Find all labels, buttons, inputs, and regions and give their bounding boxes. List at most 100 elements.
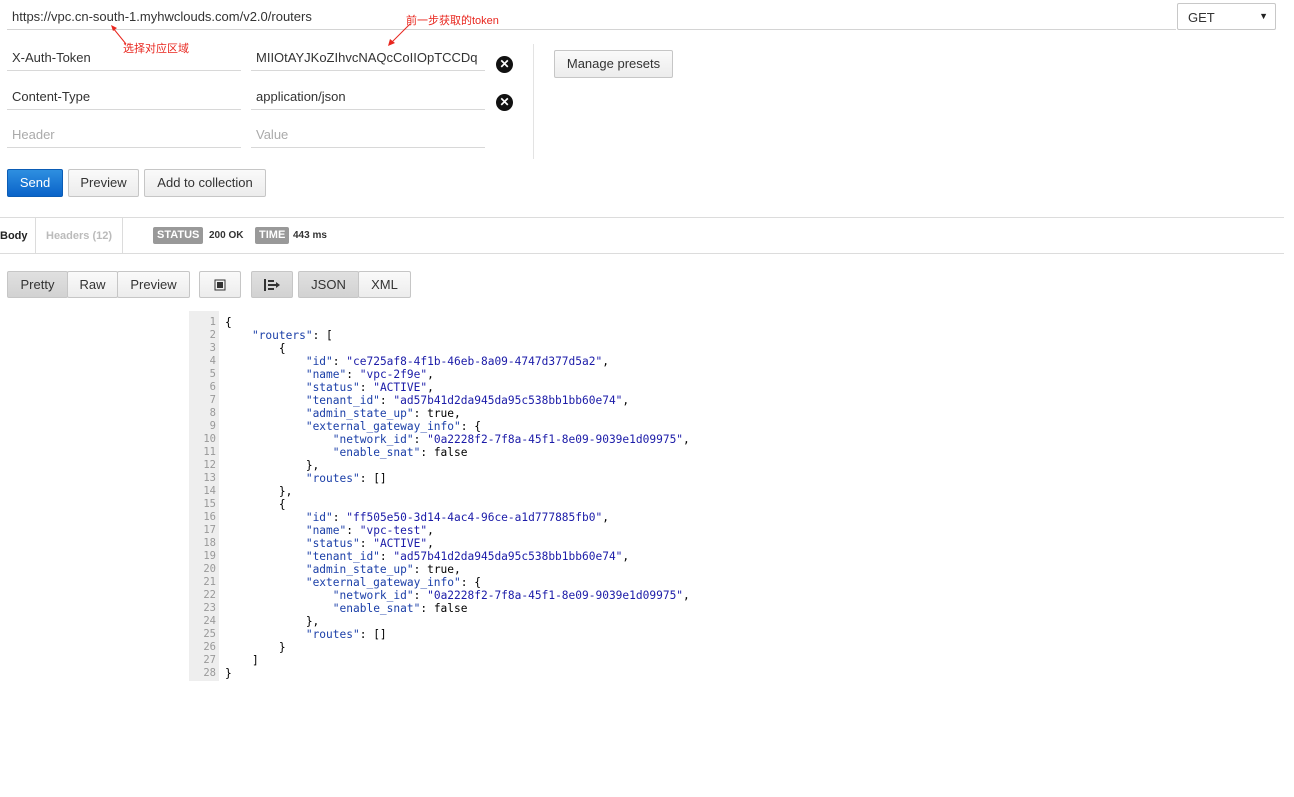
code-token: : true, <box>413 407 461 420</box>
code-token: "ad57b41d2da945da95c538bb1bb60e74" <box>393 394 623 407</box>
code-token: "ad57b41d2da945da95c538bb1bb60e74" <box>393 550 623 563</box>
code-token: , <box>602 511 609 524</box>
line-number: 25 <box>203 628 216 640</box>
line-number: 12 <box>203 459 216 471</box>
code-token: "admin_state_up" <box>305 407 414 420</box>
code-text: }, <box>225 615 319 628</box>
code-token: : <box>413 589 428 602</box>
header-key-field[interactable] <box>7 84 241 110</box>
line-number: 8 <box>209 407 216 419</box>
code-text: { <box>225 342 286 355</box>
header-key-field[interactable] <box>7 45 241 71</box>
format-json-button[interactable]: JSON <box>298 271 359 298</box>
send-button[interactable]: Send <box>7 169 63 197</box>
preview-button[interactable]: Preview <box>68 169 139 197</box>
code-text: "routes": [] <box>225 472 387 485</box>
code-token: "ce725af8-4f1b-46eb-8a09-4747d377d5a2" <box>346 355 603 368</box>
divider <box>0 217 1284 218</box>
annotation-token-note: 前一步获取的token <box>406 15 499 27</box>
code-token: : <box>332 511 347 524</box>
code-token: "ff505e50-3d14-4ac4-96ce-a1d777885fb0" <box>346 511 603 524</box>
code-token: , <box>427 368 434 381</box>
view-pretty-button[interactable]: Pretty <box>7 271 68 298</box>
tab-headers[interactable]: Headers (12) <box>46 218 112 253</box>
code-text: "routers": [ <box>225 329 333 342</box>
time-badge: TIME <box>255 227 290 244</box>
code-token: "network_id" <box>332 433 414 446</box>
remove-header-icon[interactable]: ✕ <box>496 94 513 111</box>
header-value-field[interactable] <box>251 84 485 110</box>
method-select[interactable]: GET ▼ <box>1177 3 1276 30</box>
code-text: "tenant_id": "ad57b41d2da945da95c538bb1b… <box>225 394 629 407</box>
header-value-field[interactable] <box>251 45 485 71</box>
code-token: } <box>225 667 232 680</box>
code-token: "tenant_id" <box>305 394 380 407</box>
code-token: "routes" <box>305 472 360 485</box>
response-body-viewer[interactable]: 1 {2 "routers": [3 {4 "id": "ce725af8-4f1… <box>189 311 729 681</box>
tab-body[interactable]: Body <box>0 218 36 253</box>
add-to-collection-button[interactable]: Add to collection <box>144 169 266 197</box>
code-token: : <box>379 394 394 407</box>
code-text: "enable_snat": false <box>225 602 468 615</box>
code-text: { <box>225 316 232 329</box>
code-token: : <box>359 381 374 394</box>
wrap-lines-button[interactable] <box>251 271 293 298</box>
divider <box>122 218 123 253</box>
code-token: , <box>622 394 630 407</box>
code-text: } <box>225 641 286 654</box>
divider <box>0 253 1284 254</box>
code-token: }, <box>225 485 293 498</box>
new-header-key-field[interactable] <box>7 122 241 148</box>
line-number: 2 <box>209 329 216 341</box>
code-token: , <box>683 433 690 446</box>
line-number: 10 <box>203 433 216 445</box>
code-token: } <box>225 641 286 654</box>
code-text: "routes": [] <box>225 628 387 641</box>
code-token: "name" <box>305 524 347 537</box>
code-token: "0a2228f2-7f8a-45f1-8e09-9039e1d09975" <box>427 433 684 446</box>
fullscreen-button[interactable] <box>199 271 241 298</box>
code-token: "ACTIVE" <box>373 381 428 394</box>
line-number: 15 <box>203 498 216 510</box>
code-token: , <box>602 355 609 368</box>
code-token: : true, <box>413 563 461 576</box>
line-number: 18 <box>203 537 216 549</box>
code-token: "routes" <box>305 628 360 641</box>
format-xml-button[interactable]: XML <box>358 271 411 298</box>
code-text: "network_id": "0a2228f2-7f8a-45f1-8e09-9… <box>225 433 690 446</box>
code-token: { <box>225 316 232 329</box>
code-token: "enable_snat" <box>332 602 421 615</box>
line-number: 20 <box>203 563 216 575</box>
code-token: "id" <box>305 511 333 524</box>
code-token: { <box>225 342 286 355</box>
code-text: "admin_state_up": true, <box>225 407 461 420</box>
line-number: 6 <box>209 381 216 393</box>
view-preview-button[interactable]: Preview <box>117 271 190 298</box>
line-number: 23 <box>203 602 216 614</box>
code-token: ] <box>225 654 259 667</box>
code-text: "name": "vpc-2f9e", <box>225 368 434 381</box>
url-input[interactable] <box>7 4 1176 30</box>
view-raw-button[interactable]: Raw <box>67 271 118 298</box>
code-token: : false <box>420 602 468 615</box>
new-header-value-field[interactable] <box>251 122 485 148</box>
code-token: "status" <box>305 381 360 394</box>
manage-presets-button[interactable]: Manage presets <box>554 50 673 78</box>
line-number: 5 <box>209 368 216 380</box>
code-token: "external_gateway_info" <box>305 420 461 433</box>
code-token: "tenant_id" <box>305 550 380 563</box>
status-value: 200 OK <box>209 230 244 241</box>
remove-header-icon[interactable]: ✕ <box>496 56 513 73</box>
code-token: "enable_snat" <box>332 446 421 459</box>
